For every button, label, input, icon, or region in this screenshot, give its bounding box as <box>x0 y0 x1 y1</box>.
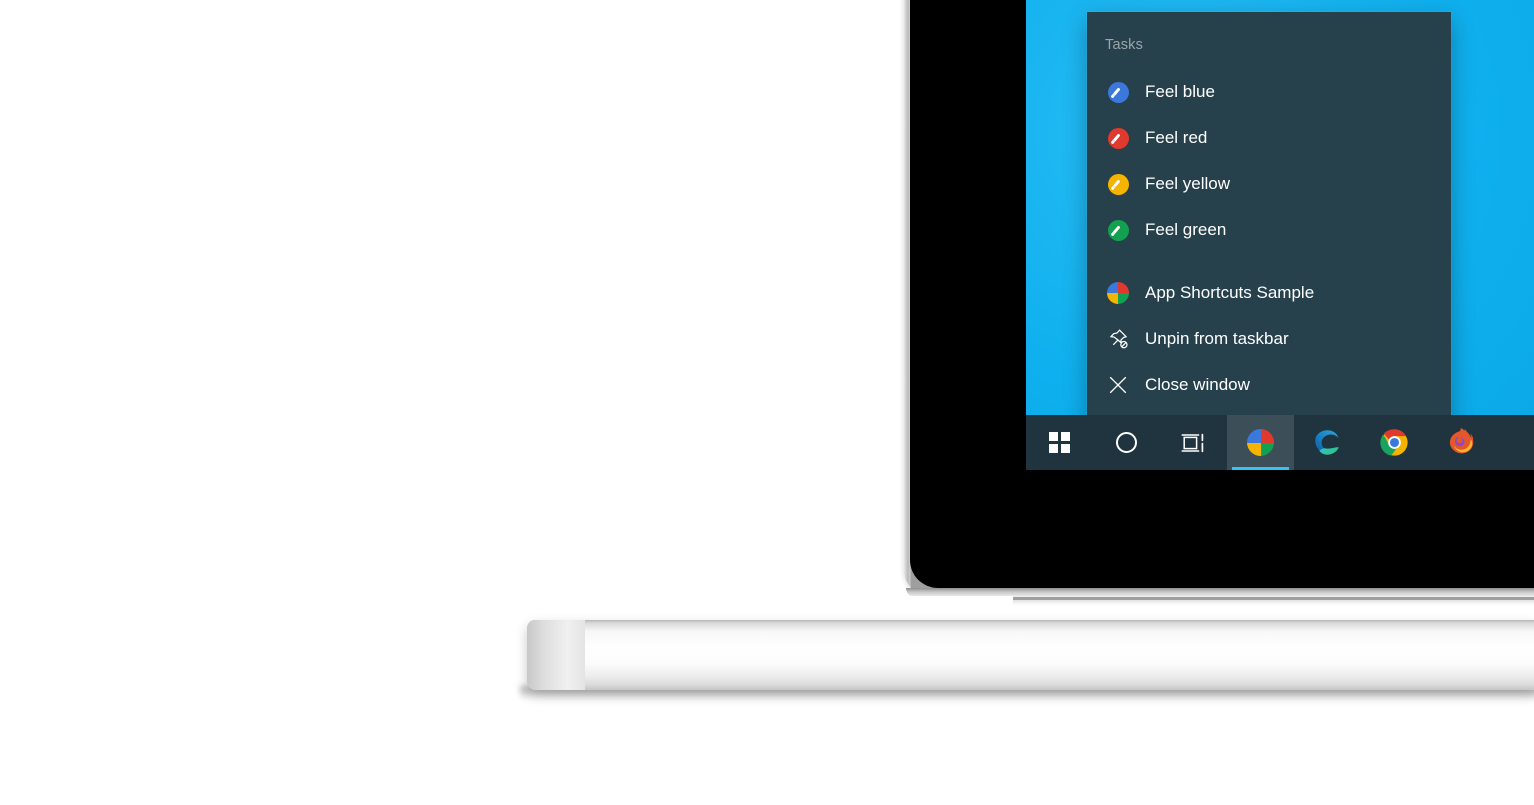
jump-list-item-feel-red[interactable]: Feel red <box>1087 115 1451 161</box>
chrome-icon <box>1380 429 1408 456</box>
jump-list-item-label: App Shortcuts Sample <box>1145 283 1315 302</box>
jump-list-item-label: Feel green <box>1145 220 1227 239</box>
app-pie-icon <box>1105 280 1131 306</box>
app-pie-icon <box>1247 429 1274 456</box>
jump-list-item-label: Close window <box>1145 375 1250 394</box>
firefox-button[interactable] <box>1428 415 1495 470</box>
laptop-base-left-cap <box>527 620 585 690</box>
jump-list-item-close-window[interactable]: Close window <box>1087 362 1451 408</box>
start-button[interactable] <box>1026 415 1093 470</box>
jump-list-item-label: Feel yellow <box>1145 174 1231 193</box>
cortana-circle-icon <box>1116 432 1137 453</box>
jump-list-item-label: Unpin from taskbar <box>1145 329 1289 348</box>
jump-list-item-feel-yellow[interactable]: Feel yellow <box>1087 161 1451 207</box>
task-view-icon <box>1181 433 1204 452</box>
edge-button[interactable] <box>1294 415 1361 470</box>
brush-circle-icon <box>1105 79 1131 105</box>
jump-list-item-feel-blue[interactable]: Feel blue <box>1087 69 1451 115</box>
firefox-icon <box>1449 428 1474 454</box>
chrome-button[interactable] <box>1361 415 1428 470</box>
brush-circle-icon <box>1105 217 1131 243</box>
close-x-icon <box>1105 372 1131 398</box>
laptop-screen: Tasks Feel blue Feel red Feel yellow Fee… <box>1026 0 1534 470</box>
jump-list-app-section: App Shortcuts Sample Unpin from taskbar <box>1087 270 1451 408</box>
brush-circle-icon <box>1105 125 1131 151</box>
cortana-button[interactable] <box>1093 415 1160 470</box>
edge-icon <box>1315 430 1339 455</box>
jump-list-tasks-header: Tasks <box>1105 37 1144 53</box>
laptop-base <box>527 620 1534 690</box>
jump-list-item-label: Feel red <box>1145 128 1208 147</box>
task-view-button[interactable] <box>1160 415 1227 470</box>
laptop-scene: Tasks Feel blue Feel red Feel yellow Fee… <box>0 0 1534 805</box>
jump-list-tasks-section: Feel blue Feel red Feel yellow Feel gree… <box>1087 69 1451 253</box>
windows-logo-icon <box>1049 432 1070 453</box>
jump-list-item-label: Feel blue <box>1145 82 1215 101</box>
unpin-icon <box>1105 326 1131 352</box>
windows-taskbar[interactable] <box>1026 415 1534 470</box>
jump-list-item-feel-green[interactable]: Feel green <box>1087 207 1451 253</box>
app-shortcuts-sample-button[interactable] <box>1227 415 1294 470</box>
jump-list-menu[interactable]: Tasks Feel blue Feel red Feel yellow Fee… <box>1087 12 1451 427</box>
brush-circle-icon <box>1105 171 1131 197</box>
jump-list-item-unpin-from-taskbar[interactable]: Unpin from taskbar <box>1087 316 1451 362</box>
jump-list-item-app-shortcuts-sample[interactable]: App Shortcuts Sample <box>1087 270 1451 316</box>
